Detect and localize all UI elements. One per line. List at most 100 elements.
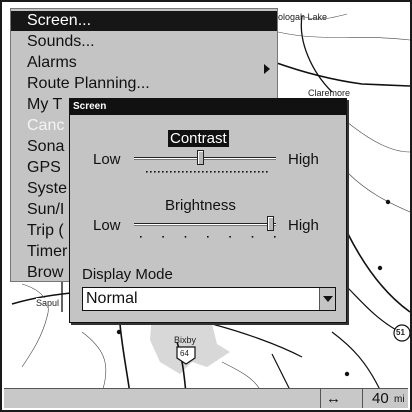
map-road <box>346 231 410 313</box>
screen-dialog: Screen Contrast Low High Brightness Low … <box>69 98 347 323</box>
menu-item-label: Syste <box>27 180 68 197</box>
map-boundary <box>346 171 410 213</box>
map-label-lake: ologah Lake <box>278 12 328 22</box>
slider-tick <box>250 171 252 173</box>
menu-item-route-planning[interactable]: Route Planning... <box>11 74 277 94</box>
gps-screen: ologah Lake Claremore Sapul Bixby 64 51 … <box>0 0 412 412</box>
slider-tick <box>150 171 152 173</box>
map-label-claremore: Claremore <box>308 88 351 98</box>
chevron-down-icon <box>323 296 333 302</box>
map-road <box>346 286 401 333</box>
menu-item-sounds[interactable]: Sounds... <box>11 32 277 52</box>
slider-tick <box>178 171 180 173</box>
brightness-low-label: Low <box>93 217 121 234</box>
submenu-arrow-icon <box>264 64 270 74</box>
slider-tick <box>210 171 212 173</box>
slider-tick <box>230 171 232 173</box>
contrast-slider-track[interactable] <box>134 157 276 160</box>
slider-tick <box>190 171 192 173</box>
menu-item-label: Sona <box>27 138 65 155</box>
slider-tick <box>140 236 142 238</box>
slider-tick <box>274 236 276 238</box>
slider-tick <box>218 171 220 173</box>
slider-tick <box>229 236 231 238</box>
dropdown-button[interactable] <box>319 288 335 310</box>
brightness-label: Brightness <box>165 197 236 214</box>
menu-item-label: GPS <box>27 159 61 176</box>
slider-tick <box>162 171 164 173</box>
zoom-scale-icon: ↔ <box>326 390 341 407</box>
highway-64-label: 64 <box>180 349 189 358</box>
map-boundary <box>277 31 410 41</box>
slider-tick <box>174 171 176 173</box>
slider-tick <box>186 171 188 173</box>
slider-tick <box>158 171 160 173</box>
menu-item-label: Brow <box>27 264 64 281</box>
map-point <box>344 371 350 377</box>
slider-tick <box>262 171 264 173</box>
menu-item-label: Canc <box>27 117 65 134</box>
slider-tick <box>206 171 208 173</box>
map-road <box>331 331 383 395</box>
menu-item-label: Alarms <box>27 54 77 71</box>
map-road <box>300 15 333 93</box>
slider-tick <box>254 171 256 173</box>
display-mode-label: Display Mode <box>82 266 173 283</box>
contrast-slider-knob[interactable] <box>196 150 204 165</box>
display-mode-value: Normal <box>86 290 138 307</box>
contrast-high-label: High <box>288 151 319 168</box>
status-divider <box>362 389 363 408</box>
menu-item-label: Timer <box>27 243 68 260</box>
contrast-label: Contrast <box>168 130 229 147</box>
slider-tick <box>184 236 187 238</box>
map-label-bixby: Bixby <box>174 335 197 345</box>
slider-tick <box>226 171 228 173</box>
status-bar: ↔ 40 mi <box>4 388 408 408</box>
map-point <box>377 265 383 271</box>
display-mode-select[interactable]: Normal <box>82 287 336 311</box>
slider-tick <box>194 171 196 173</box>
slider-tick <box>170 171 172 173</box>
menu-item-alarms[interactable]: Alarms <box>11 53 277 73</box>
brightness-slider-track[interactable] <box>134 223 276 226</box>
highway-51-label: 51 <box>396 328 405 337</box>
dialog-title: Screen <box>70 99 346 115</box>
map-boundary <box>346 121 410 153</box>
menu-item-label: My T <box>27 96 63 113</box>
slider-tick <box>251 236 254 238</box>
map-point <box>116 329 122 335</box>
map-road <box>119 323 131 395</box>
slider-tick <box>182 171 184 173</box>
slider-tick <box>162 236 164 238</box>
contrast-ticks <box>146 171 268 173</box>
menu-item-label: Trip ( <box>27 222 64 239</box>
slider-tick <box>246 171 248 173</box>
scale-unit: mi <box>394 394 405 405</box>
slider-tick <box>258 171 260 173</box>
slider-tick <box>166 171 168 173</box>
slider-tick <box>207 236 209 238</box>
slider-tick <box>222 171 224 173</box>
menu-item-label: Sun/I <box>27 201 65 218</box>
slider-tick <box>202 171 204 173</box>
map-boundary <box>81 331 107 393</box>
slider-tick <box>234 171 236 173</box>
slider-tick <box>154 171 156 173</box>
map-road <box>273 61 410 87</box>
slider-tick <box>214 171 216 173</box>
menu-item-label: Route Planning... <box>27 75 150 92</box>
brightness-slider-knob[interactable] <box>267 216 274 231</box>
map-point <box>385 199 391 205</box>
slider-tick <box>242 171 244 173</box>
menu-item-screen[interactable]: Screen... <box>11 11 277 31</box>
menu-item-label: Screen... <box>27 12 92 29</box>
brightness-high-label: High <box>288 217 319 234</box>
slider-tick <box>266 171 268 173</box>
map-label-sapulpa: Sapul <box>36 298 60 308</box>
slider-tick <box>238 171 240 173</box>
scale-value: 40 <box>372 390 389 407</box>
brightness-ticks <box>140 236 276 238</box>
slider-tick <box>146 171 148 173</box>
contrast-low-label: Low <box>93 151 121 168</box>
menu-item-label: Sounds... <box>27 33 95 50</box>
